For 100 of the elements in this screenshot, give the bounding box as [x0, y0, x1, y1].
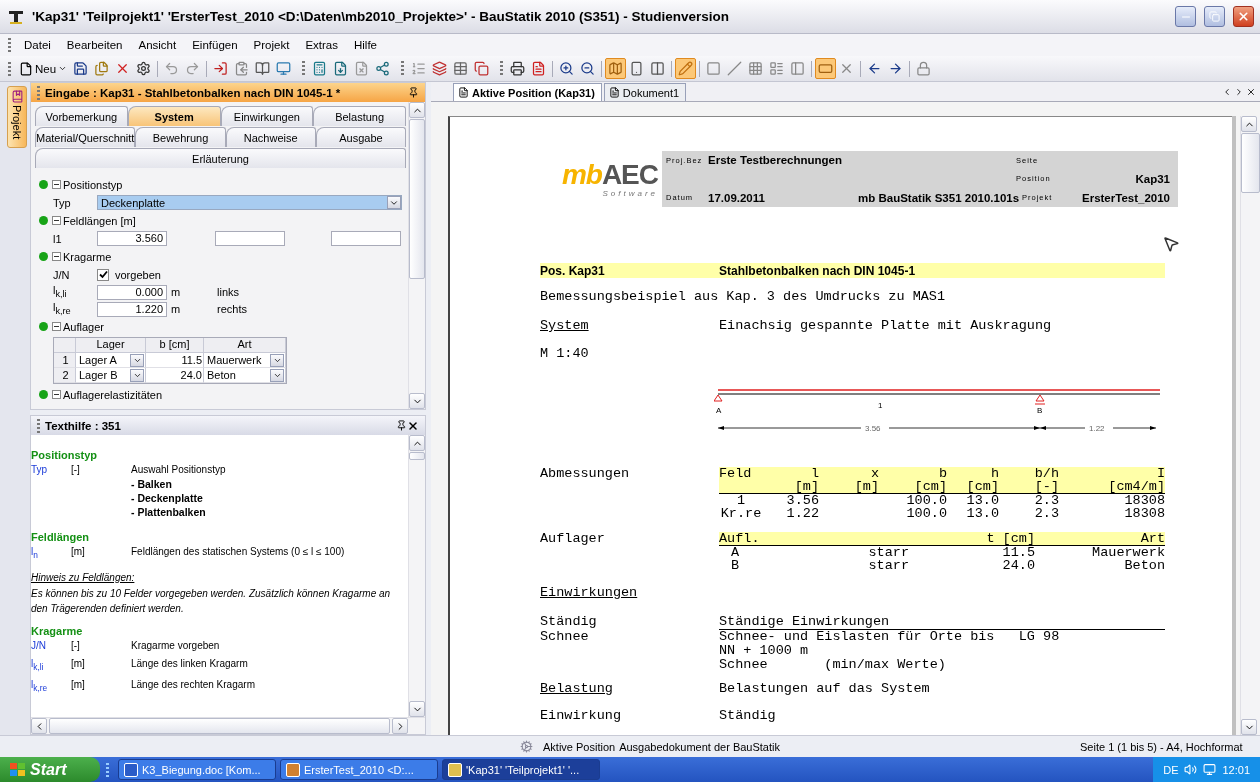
- section-title: Auflager: [63, 320, 104, 333]
- dropdown-button[interactable]: [130, 353, 144, 367]
- pin-icon[interactable]: [408, 87, 419, 98]
- input-field[interactable]: 3.560: [97, 231, 167, 246]
- table-cell[interactable]: 24.0: [146, 368, 204, 383]
- help-option: - Plattenbalken: [131, 506, 404, 518]
- tab[interactable]: Einwirkungen: [220, 106, 314, 126]
- scrollbar[interactable]: [408, 435, 425, 717]
- dropdown-button[interactable]: [130, 368, 144, 382]
- scroll-down-button[interactable]: [409, 701, 425, 717]
- collapse-icon[interactable]: [52, 390, 61, 399]
- collapse-icon[interactable]: [52, 180, 61, 189]
- column-header: Lager: [76, 338, 146, 353]
- tab[interactable]: Nachweise: [225, 127, 316, 147]
- horizontal-scrollbar[interactable]: [31, 717, 425, 734]
- help-unit: [m]: [71, 658, 86, 669]
- table-cell[interactable]: Beton: [204, 368, 286, 383]
- tab[interactable]: Material/Querschnitt: [35, 127, 136, 147]
- table-cell[interactable]: Lager B: [76, 368, 146, 383]
- scrollbar[interactable]: [1240, 116, 1260, 735]
- tab[interactable]: Bewehrung: [135, 127, 226, 147]
- scrollbar-thumb[interactable]: [1241, 133, 1260, 193]
- restore-button[interactable]: [1204, 6, 1225, 27]
- menu-item[interactable]: Hilfe: [346, 39, 385, 51]
- dropdown-button[interactable]: [270, 368, 284, 382]
- close-icon[interactable]: [407, 419, 419, 432]
- tab[interactable]: System: [127, 106, 221, 126]
- type-dropdown[interactable]: Deckenplatte: [97, 195, 402, 210]
- caret-icon: [58, 64, 68, 73]
- minimize-button[interactable]: [1175, 6, 1196, 27]
- field-label: J/N: [53, 268, 71, 281]
- input-field[interactable]: [215, 231, 285, 246]
- next-icon[interactable]: [1234, 86, 1244, 97]
- taskbar-button[interactable]: 'Kap31' 'Teilprojekt1' '...: [442, 759, 600, 780]
- scroll-up-button[interactable]: [1241, 116, 1257, 132]
- section-title: Feldlängen [m]: [63, 214, 136, 227]
- taskbar-button[interactable]: ErsterTest_2010 <D:...: [280, 759, 438, 780]
- close-icon: [1237, 10, 1250, 23]
- map-button[interactable]: [605, 58, 627, 79]
- support-label: B: [1037, 406, 1043, 415]
- document-tab[interactable]: Dokument1: [603, 83, 687, 101]
- tab[interactable]: Belastung: [313, 106, 406, 126]
- close-button[interactable]: [1233, 6, 1254, 27]
- checkbox-label: vorgeben: [115, 268, 161, 281]
- project-side-tab[interactable]: Projekt: [7, 86, 27, 148]
- checkbox[interactable]: [97, 268, 109, 281]
- input-field[interactable]: 1.220: [97, 301, 167, 317]
- scroll-right-button[interactable]: [392, 718, 408, 734]
- position-number: Pos. Kap31: [540, 263, 606, 278]
- pencil-button[interactable]: [675, 58, 697, 79]
- menu-item[interactable]: Datei: [16, 39, 59, 51]
- menu-item[interactable]: Einfügen: [184, 39, 246, 51]
- menu-item[interactable]: Bearbeiten: [58, 39, 131, 51]
- pointer-icon: [1162, 235, 1180, 253]
- input-field[interactable]: 0.000: [97, 284, 167, 300]
- grid-icon: [748, 61, 764, 76]
- collapse-icon[interactable]: [52, 216, 61, 225]
- print-icon: [510, 61, 526, 76]
- pin-icon[interactable]: [396, 420, 407, 431]
- tab[interactable]: Vorbemerkung: [35, 106, 128, 126]
- menu-item[interactable]: Projekt: [245, 39, 298, 51]
- scrollbar-thumb[interactable]: [409, 119, 425, 279]
- scroll-down-button[interactable]: [1241, 719, 1257, 735]
- field-label: l$_{k,li}$: [53, 284, 68, 300]
- table-cell-text: 11.5: [1001, 546, 1035, 559]
- frame-button[interactable]: [815, 58, 837, 79]
- previous-icon[interactable]: [1222, 86, 1232, 97]
- table-cell[interactable]: 11.5: [146, 353, 204, 368]
- menu-item[interactable]: Ansicht: [130, 39, 185, 51]
- input-field[interactable]: [331, 231, 401, 246]
- layers-icon: [432, 61, 448, 76]
- close-icon[interactable]: [1246, 86, 1256, 97]
- scroll-down-button[interactable]: [409, 393, 425, 409]
- menu-item[interactable]: Extras: [297, 39, 346, 51]
- collapse-icon[interactable]: [52, 252, 61, 261]
- column-header: x: [819, 467, 879, 480]
- document-tab[interactable]: Aktive Position (Kap31): [453, 83, 602, 101]
- table-cell[interactable]: Mauerwerk: [204, 353, 286, 368]
- section-heading: System: [540, 319, 590, 333]
- collapse-icon[interactable]: [52, 322, 61, 331]
- dropdown-button[interactable]: [270, 353, 284, 367]
- dropdown-button[interactable]: [387, 196, 401, 209]
- column-header: Art: [1035, 532, 1165, 546]
- tab[interactable]: Ausgabe: [315, 127, 406, 147]
- help-text: Feldlängen des statischen Systems (0 ≤ l ≤ 100): [131, 546, 345, 557]
- action-text: Schnee (min/max Werte): [719, 658, 947, 672]
- scroll-left-button[interactable]: [31, 718, 47, 734]
- restore-icon: [1209, 11, 1220, 22]
- help-text: Länge des linken Kragarm: [131, 658, 248, 669]
- table-cell[interactable]: Lager A: [76, 353, 146, 368]
- monitor-icon: [276, 61, 292, 76]
- scrollbar-thumb[interactable]: [49, 718, 390, 734]
- help-heading: Positionstyp: [31, 449, 98, 461]
- tab[interactable]: Erläuterung: [35, 148, 406, 168]
- share-icon: [375, 61, 391, 76]
- taskbar-button[interactable]: K3_Biegung.doc [Kom...: [118, 759, 276, 780]
- scrollbar[interactable]: [408, 102, 425, 409]
- scrollbar-thumb[interactable]: [409, 452, 425, 460]
- action-text: Ständige Einwirkungen: [719, 615, 1165, 630]
- new-button[interactable]: Neu: [16, 58, 71, 79]
